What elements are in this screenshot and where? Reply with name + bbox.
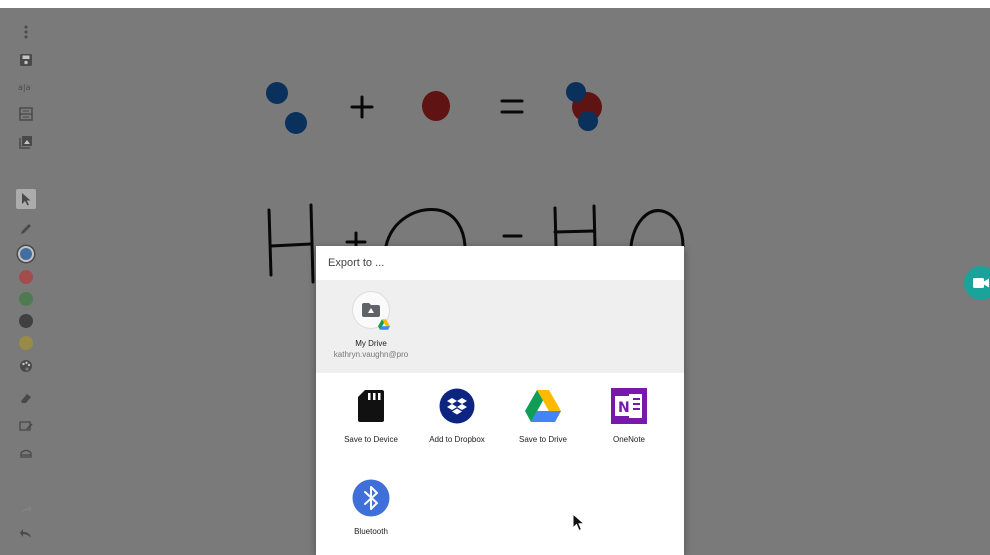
svg-text:a|a: a|a — [18, 83, 31, 92]
pen-icon[interactable] — [16, 219, 36, 239]
undo-icon[interactable] — [16, 524, 36, 544]
clear-icon[interactable] — [16, 416, 36, 436]
fill-icon[interactable] — [16, 443, 36, 463]
recent-target-my-drive[interactable]: My Drive kathryn.vaughn@pro — [316, 280, 426, 373]
google-drive-badge-icon — [378, 319, 390, 330]
app-label: Bluetooth — [354, 527, 388, 536]
export-dialog: Export to ... My Drive kathryn.vaughn@pr… — [316, 246, 684, 555]
redo-icon[interactable] — [16, 500, 36, 520]
gallery-icon[interactable] — [16, 132, 36, 152]
more-icon[interactable] — [16, 22, 36, 42]
folder-icon — [362, 303, 380, 317]
sd-card-icon — [351, 386, 391, 426]
recent-target-name: My Drive — [355, 339, 387, 348]
color-swatch-blue[interactable] — [16, 244, 36, 264]
select-icon[interactable] — [16, 189, 36, 209]
palette-icon[interactable] — [16, 356, 36, 376]
svg-text:N: N — [618, 400, 630, 416]
app-label: Save to Device — [344, 435, 398, 444]
add-to-dropbox-option[interactable]: Add to Dropbox — [414, 386, 500, 444]
color-swatch-yellow[interactable] — [16, 333, 36, 353]
recent-target-account: kathryn.vaughn@pro — [333, 350, 409, 359]
bluetooth-icon — [351, 478, 391, 518]
drive-folder-avatar — [353, 292, 390, 330]
app-label: OneNote — [612, 435, 646, 444]
google-drive-icon — [523, 386, 563, 426]
color-swatch-green[interactable] — [16, 289, 36, 309]
app-label: Add to Dropbox — [429, 435, 485, 444]
save-icon[interactable] — [16, 50, 36, 70]
save-to-device-option[interactable]: Save to Device — [328, 386, 414, 444]
recent-targets: My Drive kathryn.vaughn@pro — [316, 280, 684, 373]
video-camera-icon — [973, 278, 989, 288]
save-to-drive-option[interactable]: Save to Drive — [500, 386, 586, 444]
left-toolbar: a|a — [0, 8, 52, 555]
bluetooth-option[interactable]: Bluetooth — [328, 478, 414, 536]
mouse-cursor-icon — [572, 513, 586, 532]
onenote-icon: N — [609, 386, 649, 426]
color-swatch-red[interactable] — [16, 267, 36, 287]
dialog-title: Export to ... — [328, 257, 385, 269]
video-call-button[interactable] — [964, 266, 990, 300]
text-size-icon[interactable]: a|a — [16, 76, 36, 96]
onenote-option[interactable]: N OneNote — [586, 386, 672, 444]
app-label: Save to Drive — [518, 435, 568, 444]
pages-icon[interactable] — [16, 104, 36, 124]
color-swatch-black[interactable] — [16, 311, 36, 331]
eraser-icon[interactable] — [16, 388, 36, 408]
dropbox-icon — [437, 386, 477, 426]
